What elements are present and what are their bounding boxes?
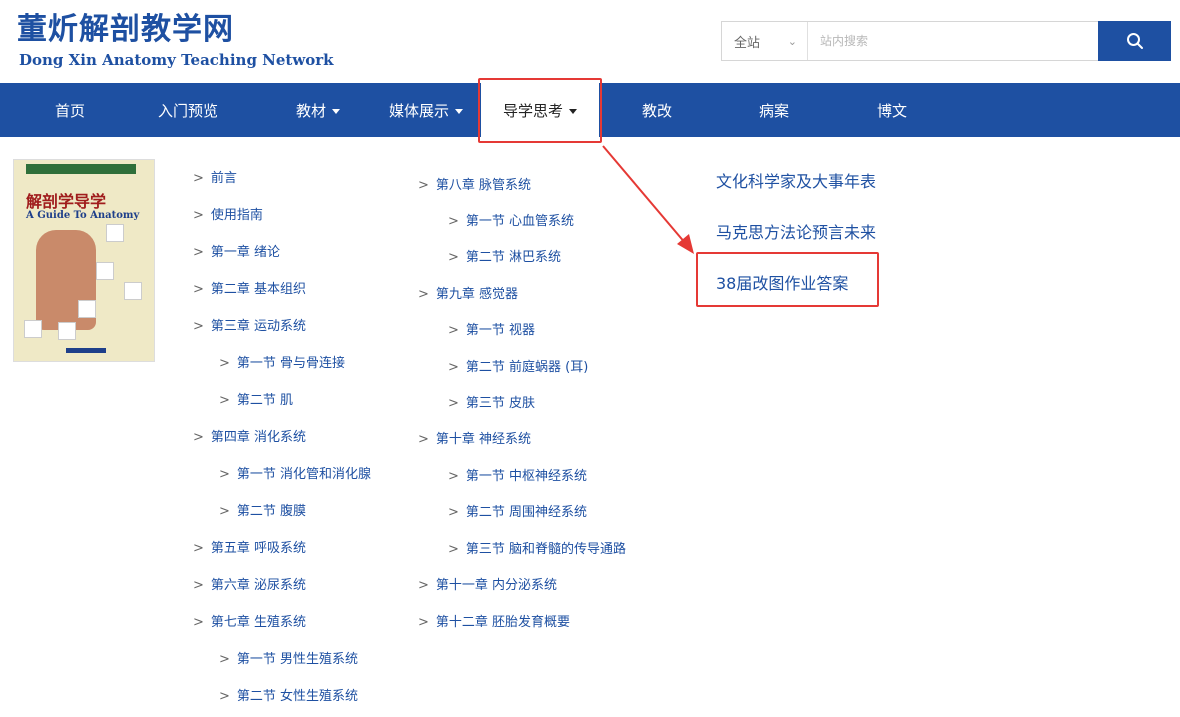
publisher-mark (66, 348, 106, 353)
toc-link-label: 第一节 骨与骨连接 (236, 356, 346, 371)
toc-link-label: 第二节 女性生殖系统 (236, 689, 359, 704)
toc-link-label: 第十一章 内分泌系统 (435, 578, 558, 593)
nav-item-label: 首页 (54, 101, 85, 120)
toc-link-label: 第三节 皮肤 (465, 396, 536, 411)
toc-link-label: 第一节 男性生殖系统 (236, 652, 359, 667)
book-title: 解剖学导学 (26, 192, 107, 211)
link-culture-timeline[interactable]: 文化科学家及大事年表 (716, 168, 876, 192)
highlight-box-link (696, 252, 879, 307)
toc-link-label: 第二节 淋巴系统 (465, 250, 562, 265)
toc-link[interactable]: > 第三章 运动系统 (193, 315, 306, 334)
search-button[interactable] (1098, 21, 1171, 61)
nav-item-reform[interactable]: 教改 (617, 83, 697, 137)
book-subtitle: A Guide To Anatomy (26, 210, 140, 221)
toc-sublink[interactable]: > 第一节 视器 (448, 319, 535, 338)
toc-link-label: 第一章 绪论 (210, 245, 281, 260)
toc-link-label: 第二节 腹膜 (236, 504, 307, 519)
toc-sublink[interactable]: > 第一节 心血管系统 (448, 210, 574, 229)
toc-link[interactable]: > 第一章 绪论 (193, 241, 280, 260)
caret-down-icon (332, 108, 340, 114)
toc-link[interactable]: > 第六章 泌尿系统 (193, 574, 306, 593)
toc-link[interactable]: > 第四章 消化系统 (193, 426, 306, 445)
toc-link[interactable]: > 第十章 神经系统 (418, 428, 531, 447)
toc-link[interactable]: > 第八章 脉管系统 (418, 174, 531, 193)
nav-item-blog[interactable]: 博文 (852, 83, 932, 137)
chevron-down-icon: ⌄ (787, 34, 797, 48)
cover-tile (24, 320, 42, 338)
search-scope-select[interactable]: 全站 ⌄ (722, 22, 808, 60)
toc-link[interactable]: > 第九章 感觉器 (418, 283, 518, 302)
toc-link-label: 第十二章 胚胎发育概要 (435, 615, 571, 630)
nav-item-label: 教改 (641, 101, 672, 120)
toc-link-label: 前言 (210, 171, 237, 186)
toc-link-label: 第二节 肌 (236, 393, 294, 408)
toc-link[interactable]: > 第十一章 内分泌系统 (418, 574, 557, 593)
nav-item-cases[interactable]: 病案 (734, 83, 814, 137)
cover-tile (96, 262, 114, 280)
toc-link-label: 使用指南 (210, 208, 263, 223)
nav-item-label: 博文 (876, 101, 907, 120)
cover-tile (124, 282, 142, 300)
highlight-box-nav (478, 78, 602, 143)
toc-sublink[interactable]: > 第二节 淋巴系统 (448, 246, 561, 265)
toc-sublink[interactable]: > 第一节 男性生殖系统 (219, 648, 358, 667)
search-input[interactable] (808, 22, 1098, 60)
cover-tile (58, 322, 76, 340)
search-scope-label: 全站 (734, 35, 761, 51)
book-cover-image[interactable]: 解剖学导学 A Guide To Anatomy (13, 159, 155, 362)
toc-sublink[interactable]: > 第一节 中枢神经系统 (448, 465, 587, 484)
nav-item-home[interactable]: 首页 (30, 83, 110, 137)
toc-link-label: 第五章 呼吸系统 (210, 541, 307, 556)
toc-link[interactable]: > 使用指南 (193, 204, 263, 223)
toc-sublink[interactable]: > 第三节 皮肤 (448, 392, 535, 411)
toc-link-label: 第一节 心血管系统 (465, 214, 575, 229)
toc-link-label: 第二章 基本组织 (210, 282, 307, 297)
toc-link[interactable]: > 第十二章 胚胎发育概要 (418, 611, 570, 630)
search-icon (1126, 33, 1143, 49)
toc-sublink[interactable]: > 第三节 脑和脊髓的传导通路 (448, 538, 626, 557)
nav-item-label: 病案 (758, 101, 789, 120)
link-marx-methodology[interactable]: 马克思方法论预言未来 (716, 219, 876, 243)
toc-sublink[interactable]: > 第二节 腹膜 (219, 500, 306, 519)
toc-link-label: 第一节 视器 (465, 323, 536, 338)
toc-sublink[interactable]: > 第二节 周围神经系统 (448, 501, 587, 520)
toc-link-label: 第六章 泌尿系统 (210, 578, 307, 593)
nav-item-label: 教材 (295, 101, 326, 120)
toc-link-label: 第一节 消化管和消化腺 (236, 467, 372, 482)
toc-link-label: 第一节 中枢神经系统 (465, 469, 588, 484)
toc-sublink[interactable]: > 第二节 女性生殖系统 (219, 685, 358, 704)
toc-link-label: 第八章 脉管系统 (435, 178, 532, 193)
nav-item-media[interactable]: 媒体展示 (378, 83, 474, 137)
site-subtitle: Dong Xin Anatomy Teaching Network (19, 51, 334, 69)
cover-tile (78, 300, 96, 318)
toc-link-label: 第三节 脑和脊髓的传导通路 (465, 542, 627, 557)
toc-link-label: 第七章 生殖系统 (210, 615, 307, 630)
book-cover-band (26, 164, 136, 174)
nav-item-label: 入门预览 (157, 101, 218, 120)
toc-link[interactable]: > 第二章 基本组织 (193, 278, 306, 297)
toc-link-label: 第十章 神经系统 (435, 432, 532, 447)
caret-down-icon (455, 108, 463, 114)
nav-item-textbook[interactable]: 教材 (270, 83, 366, 137)
toc-link[interactable]: > 第五章 呼吸系统 (193, 537, 306, 556)
toc-link-label: 第四章 消化系统 (210, 430, 307, 445)
search-bar: 全站 ⌄ (721, 21, 1171, 61)
toc-link-label: 第二节 周围神经系统 (465, 505, 588, 520)
toc-link-label: 第三章 运动系统 (210, 319, 307, 334)
toc-link[interactable]: > 第七章 生殖系统 (193, 611, 306, 630)
toc-link-label: 第九章 感觉器 (435, 287, 519, 302)
toc-sublink[interactable]: > 第一节 消化管和消化腺 (219, 463, 371, 482)
toc-sublink[interactable]: > 第一节 骨与骨连接 (219, 352, 345, 371)
cover-tile (106, 224, 124, 242)
toc-link[interactable]: > 前言 (193, 167, 237, 186)
toc-sublink[interactable]: > 第二节 肌 (219, 389, 293, 408)
site-title[interactable]: 董炘解剖教学网 (17, 4, 234, 48)
toc-sublink[interactable]: > 第二节 前庭蜗器 (耳) (448, 356, 588, 375)
nav-item-label: 媒体展示 (388, 101, 449, 120)
nav-item-preview[interactable]: 入门预览 (140, 83, 236, 137)
toc-link-label: 第二节 前庭蜗器 (耳) (465, 360, 589, 375)
